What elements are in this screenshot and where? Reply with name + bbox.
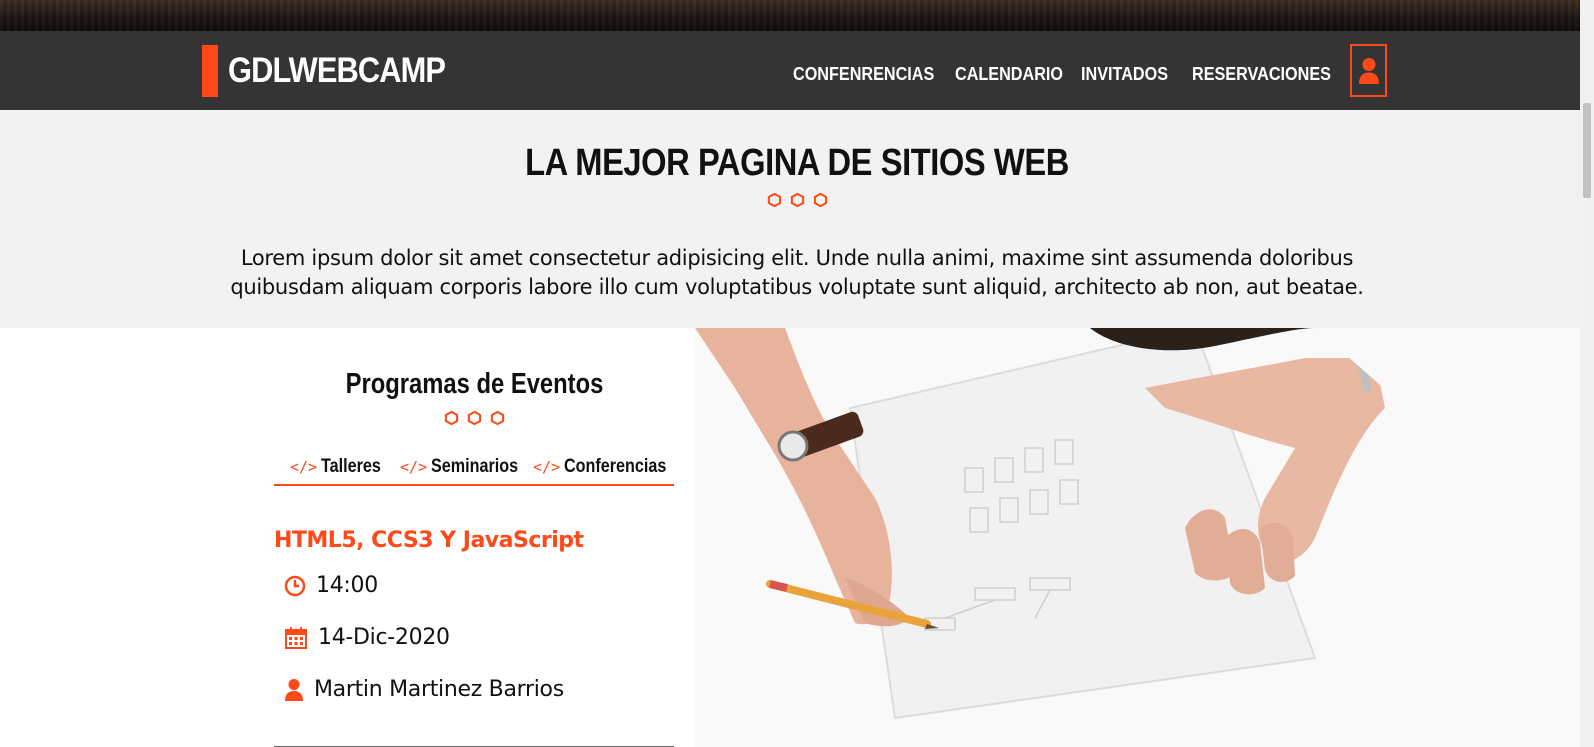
- code-icon: </>: [290, 458, 318, 476]
- event-speaker-value: Martin Martinez Barrios: [314, 677, 564, 702]
- user-icon: [1358, 57, 1379, 84]
- program-title-divider: [254, 410, 695, 426]
- hero-image-strip: [0, 0, 1594, 31]
- scrollbar-thumb[interactable]: [1583, 103, 1591, 198]
- hexagon-icon: [490, 410, 505, 426]
- code-icon: </>: [400, 458, 428, 476]
- program-title: Programas de Eventos: [345, 368, 604, 400]
- nav-link-invitados[interactable]: INVITADOS: [1081, 64, 1168, 85]
- hexagon-icon: [813, 192, 827, 208]
- program-card: Programas de Eventos </> Talleres </> Se…: [254, 348, 695, 747]
- intro-paragraph: Lorem ipsum dolor sit amet consectetur a…: [230, 246, 1364, 299]
- hexagon-icon: [790, 192, 804, 208]
- hexagon-icon: [444, 410, 459, 426]
- brand-name: GDLWEBCAMP: [228, 51, 446, 90]
- event-date: 14-Dic-2020: [284, 625, 450, 650]
- workspace-photo: [695, 328, 1580, 747]
- event-date-value: 14-Dic-2020: [318, 625, 450, 650]
- code-icon: </>: [533, 458, 561, 476]
- tab-label: Conferencias: [564, 456, 667, 477]
- tab-label: Talleres: [321, 456, 381, 477]
- brand-logo[interactable]: GDLWEBCAMP: [202, 45, 475, 97]
- nav-link-calendario[interactable]: CALENDARIO: [955, 64, 1063, 85]
- section-title: LA MEJOR PAGINA DE SITIOS WEB: [525, 142, 1069, 184]
- user-icon: [285, 678, 303, 701]
- nav-link-reservaciones[interactable]: RESERVACIONES: [1192, 64, 1331, 85]
- tab-label: Seminarios: [431, 456, 519, 477]
- clock-icon: [284, 575, 306, 596]
- event-time: 14:00: [284, 573, 378, 598]
- event-speaker: Martin Martinez Barrios: [284, 677, 564, 702]
- program-section: Programas de Eventos </> Talleres </> Se…: [0, 328, 1580, 747]
- event-time-value: 14:00: [316, 573, 378, 598]
- program-tabs: </> Talleres </> Seminarios </> Conferen…: [274, 448, 674, 486]
- nav-link-conferencias[interactable]: CONFENRENCIAS: [793, 64, 934, 85]
- event-title: HTML5, CCS3 Y JavaScript: [274, 528, 584, 553]
- calendar-icon: [285, 626, 307, 649]
- tab-seminarios[interactable]: </> Seminarios: [400, 456, 534, 478]
- logo-accent-bar: [202, 45, 218, 97]
- hexagon-icon: [767, 192, 781, 208]
- user-account-button[interactable]: [1350, 44, 1387, 97]
- tab-talleres[interactable]: </> Talleres: [290, 456, 392, 478]
- page-scrollbar[interactable]: [1580, 0, 1594, 747]
- title-divider: [0, 192, 1594, 208]
- tab-conferencias[interactable]: </> Conferencias: [533, 456, 684, 478]
- hexagon-icon: [467, 410, 482, 426]
